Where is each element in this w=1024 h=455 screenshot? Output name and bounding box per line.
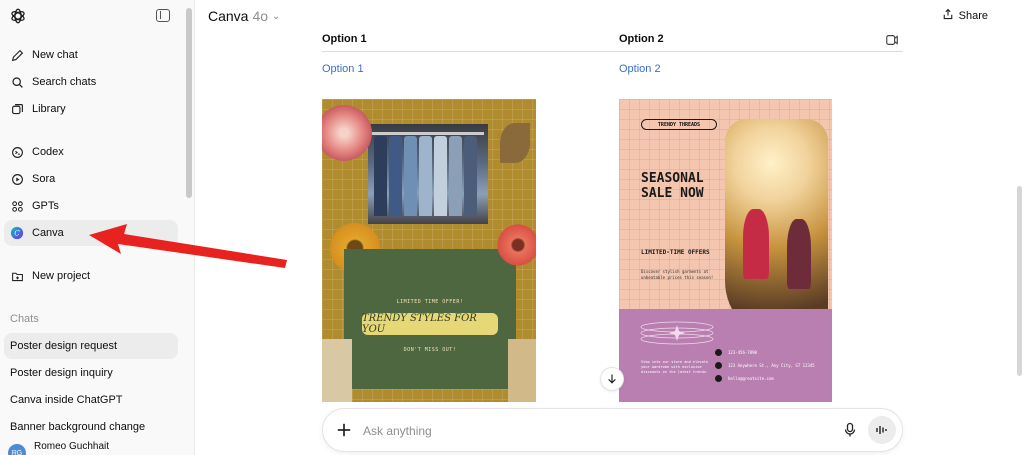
copy-table-icon[interactable]: [885, 33, 899, 47]
sidebar-header: [0, 0, 194, 36]
poster-banner: TRENDY STYLES FOR YOU: [362, 313, 498, 335]
user-profile[interactable]: RG Romeo Guchhait: [0, 436, 194, 455]
library-icon: [10, 102, 24, 116]
sora-icon: [10, 172, 24, 186]
table-header-cell: Option 1: [322, 33, 367, 45]
coat: [404, 136, 417, 216]
gpts-icon: [10, 199, 24, 213]
share-icon: [942, 8, 954, 23]
location-icon: [715, 362, 722, 369]
email-icon: [715, 375, 722, 382]
canva-icon: C: [10, 226, 24, 240]
microphone-icon[interactable]: [843, 422, 857, 438]
sidebar-item-label: Sora: [32, 173, 56, 185]
poster-footer-band: Step into our store and elevate your war…: [619, 309, 832, 402]
sidebar-item-label: Library: [32, 103, 66, 115]
share-button[interactable]: Share: [942, 8, 988, 23]
mannequin-dress: [743, 209, 769, 279]
poster-title: SEASONAL SALE NOW: [641, 171, 704, 201]
sidebar-item-sora[interactable]: Sora: [4, 166, 178, 192]
chevron-down-icon: ⌄: [272, 10, 281, 22]
codex-icon: [10, 145, 24, 159]
user-name: Romeo Guchhait: [34, 441, 110, 452]
sidebar-toggle-icon[interactable]: [156, 9, 170, 22]
map-scrap-decoration: [322, 339, 352, 402]
poster-offer-heading: LIMITED-TIME OFFERS: [641, 249, 710, 256]
avatar: RG: [8, 444, 26, 455]
search-icon: [10, 75, 24, 89]
sidebar-item-codex[interactable]: Codex: [4, 139, 178, 165]
coat: [434, 136, 447, 216]
plus-icon[interactable]: [335, 421, 353, 439]
chat-item[interactable]: Canva inside ChatGPT: [4, 387, 178, 413]
chats-section-heading: Chats: [10, 313, 39, 325]
voice-mode-button[interactable]: [868, 416, 896, 444]
clothing-rack-photo: [368, 124, 488, 224]
options-table-header: Option 1 Option 2: [322, 33, 903, 52]
poster-blurb: Step into our store and elevate your war…: [641, 360, 709, 374]
folder-plus-icon: [10, 269, 24, 283]
coat: [374, 136, 387, 216]
composer: [322, 408, 903, 452]
sidebar-item-new-project[interactable]: New project: [4, 263, 178, 289]
poster-offer-text: LIMITED TIME OFFER!: [396, 299, 464, 305]
option-1-link[interactable]: Option 1: [322, 63, 364, 75]
openai-logo-icon[interactable]: [9, 7, 27, 25]
rack-bar: [372, 132, 484, 135]
store-photo: [725, 119, 828, 341]
share-label: Share: [958, 9, 988, 22]
waveform-icon: [876, 426, 887, 434]
poster-description: Discover stylish garments at unbeatable …: [641, 269, 714, 280]
sidebar-item-label: Canva: [32, 227, 64, 239]
main-scrollbar[interactable]: [1017, 186, 1022, 376]
sidebar-scrollbar[interactable]: [186, 8, 192, 198]
leaf-decoration: [500, 123, 530, 163]
coat: [389, 136, 402, 216]
poster-contact-address: 123 Anywhere St., Any City, ST 12345: [715, 362, 815, 369]
contact-text: hello@greatsite.com: [728, 376, 774, 381]
sidebar-item-label: GPTs: [32, 200, 59, 212]
poster-brand-tag: TRENDY THREADS: [641, 119, 717, 130]
coat: [449, 136, 462, 216]
poster-contact-phone: 123-456-7890: [715, 349, 757, 356]
sidebar-item-label: New project: [32, 270, 91, 282]
model-selector[interactable]: Canva 4o ⌄: [208, 8, 280, 24]
coat: [464, 136, 477, 216]
contact-text: 123 Anywhere St., Any City, ST 12345: [728, 363, 815, 368]
poster-contact-email: hello@greatsite.com: [715, 375, 774, 382]
coat: [419, 136, 432, 216]
sidebar: New chat Search chats Library Codex Sora: [0, 0, 195, 455]
arrow-down-icon: [608, 374, 616, 384]
sidebar-item-label: Search chats: [32, 76, 97, 88]
model-version: 4o: [252, 8, 269, 24]
contact-text: 123-456-7890: [728, 350, 757, 355]
gerbera-decoration: [492, 219, 536, 271]
option-2-link[interactable]: Option 2: [619, 63, 661, 75]
sidebar-item-gpts[interactable]: GPTs: [4, 193, 178, 219]
svg-text:C: C: [14, 230, 20, 238]
table-header-cell: Option 2: [619, 33, 664, 45]
sidebar-item-new-chat[interactable]: New chat: [4, 42, 178, 68]
model-name: Canva: [208, 8, 249, 24]
edit-icon: [10, 48, 24, 62]
poster-option-1[interactable]: LIMITED TIME OFFER! TRENDY STYLES FOR YO…: [322, 99, 536, 402]
phone-icon: [715, 349, 722, 356]
sidebar-item-label: Codex: [32, 146, 64, 158]
chat-item[interactable]: Poster design request: [4, 333, 178, 359]
prompt-input[interactable]: [363, 422, 763, 440]
scroll-down-button[interactable]: [600, 367, 624, 391]
map-scrap-decoration: [508, 339, 536, 402]
sidebar-item-label: New chat: [32, 49, 78, 61]
poster-option-2[interactable]: TRENDY THREADS SEASONAL SALE NOW LIMITED…: [619, 99, 832, 402]
poster-green-card: LIMITED TIME OFFER! TRENDY STYLES FOR YO…: [344, 249, 516, 389]
chat-item[interactable]: Poster design inquiry: [4, 360, 178, 386]
poster-cta-text: DON'T MISS OUT!: [403, 347, 457, 353]
main-panel: Canva 4o ⌄ Share Option 1 Option 2 Optio…: [196, 0, 1024, 455]
sparkle-ellipse-icon: [640, 321, 714, 345]
sidebar-item-search-chats[interactable]: Search chats: [4, 69, 178, 95]
app-root: New chat Search chats Library Codex Sora: [0, 0, 1024, 455]
sidebar-item-canva[interactable]: C Canva: [4, 220, 178, 246]
sidebar-item-library[interactable]: Library: [4, 96, 178, 122]
mannequin-dress: [787, 219, 811, 289]
